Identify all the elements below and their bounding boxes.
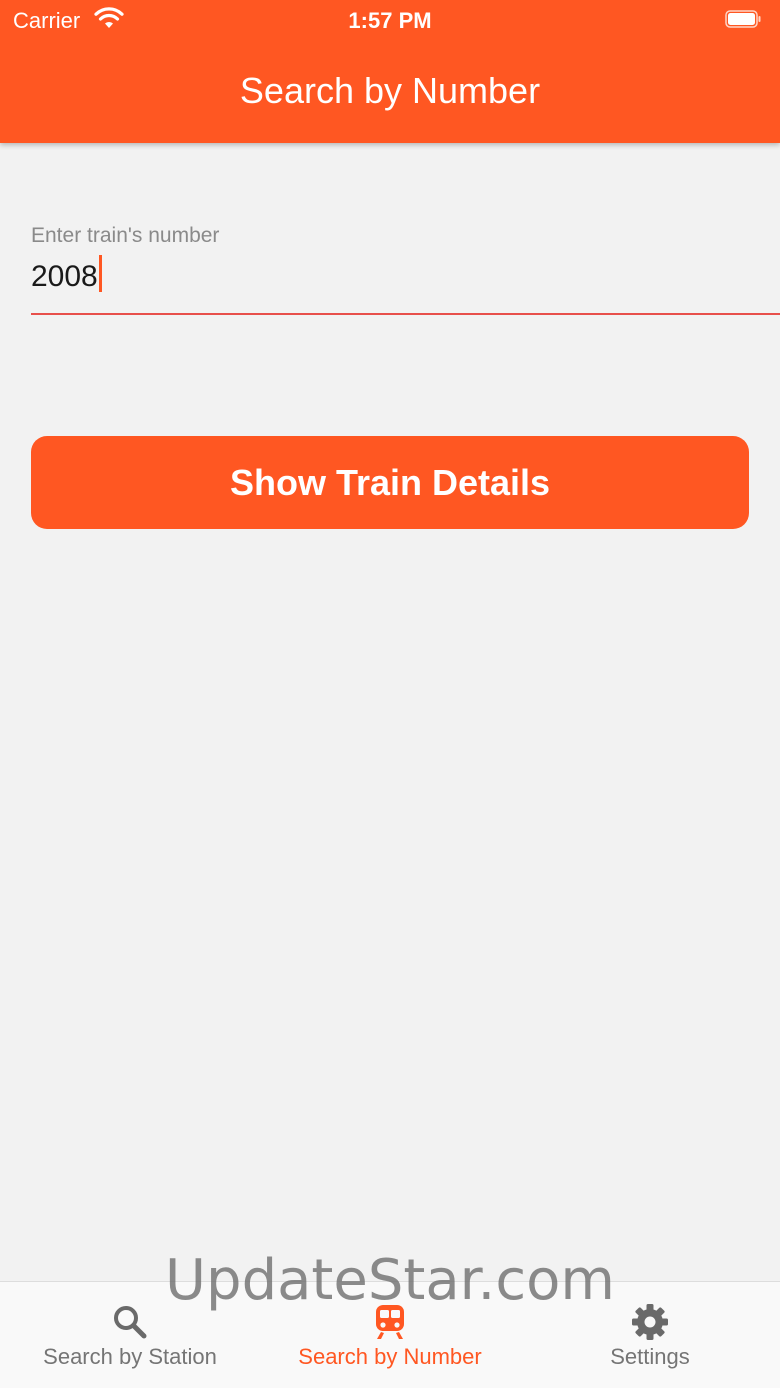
status-bar: Carrier 1:57 PM xyxy=(0,0,780,40)
search-icon xyxy=(114,1306,147,1339)
text-caret xyxy=(98,255,102,292)
show-train-details-button[interactable]: Show Train Details xyxy=(31,436,749,529)
bottom-navigation: Search by Station Search by Number Setti… xyxy=(0,1281,780,1388)
input-underline xyxy=(31,313,780,315)
page-title: Search by Number xyxy=(239,70,541,111)
gear-icon xyxy=(632,1304,668,1340)
status-time: 1:57 PM xyxy=(348,8,432,33)
nav-label-settings: Settings xyxy=(610,1344,690,1369)
battery-icon xyxy=(725,10,761,28)
train-number-value: 2008 xyxy=(31,260,98,293)
app-header: Carrier 1:57 PM Search by Number xyxy=(0,0,780,143)
nav-item-search-by-station[interactable]: Search by Station xyxy=(0,1282,260,1388)
train-number-label: Enter train's number xyxy=(31,224,220,247)
train-number-input[interactable]: 2008 xyxy=(31,255,780,295)
nav-item-settings[interactable]: Settings xyxy=(520,1282,780,1388)
nav-label-search-by-station: Search by Station xyxy=(43,1344,217,1369)
nav-label-search-by-number: Search by Number xyxy=(298,1344,482,1369)
train-icon xyxy=(376,1305,404,1339)
nav-item-search-by-number[interactable]: Search by Number xyxy=(260,1282,520,1388)
